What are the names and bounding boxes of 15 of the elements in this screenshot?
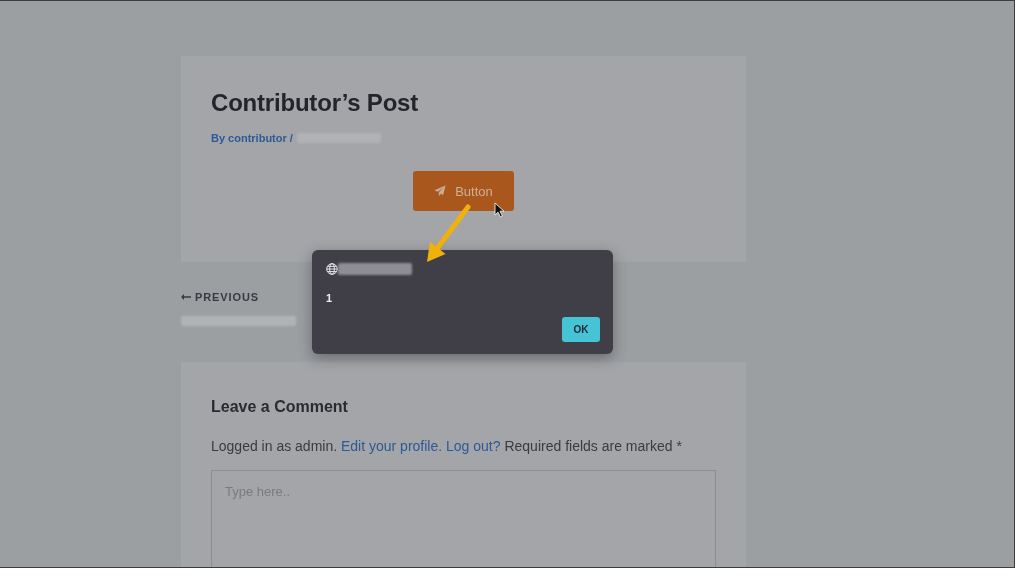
alert-message: 1 [326, 292, 333, 304]
arrow-left-icon [181, 294, 191, 300]
text-link[interactable]: Log out? [446, 438, 501, 454]
login-notice: Logged in as admin. Edit your profile. Log out? Required fields are marked * [211, 437, 683, 456]
paper-plane-icon [434, 185, 447, 197]
ok-button[interactable]: OK [562, 317, 600, 342]
previous-link[interactable]: PREVIOUS [181, 290, 260, 304]
mouse-pointer-icon [494, 202, 505, 218]
globe-icon [326, 263, 338, 275]
post-title: Contributor’s Post [211, 88, 420, 118]
annotation-arrow [427, 204, 471, 262]
comment-heading: Leave a Comment [211, 397, 349, 417]
text-link[interactable]: Edit your profile. [341, 438, 443, 454]
post-byline: By contributor / [211, 131, 293, 146]
send-button[interactable]: Button [413, 171, 514, 211]
